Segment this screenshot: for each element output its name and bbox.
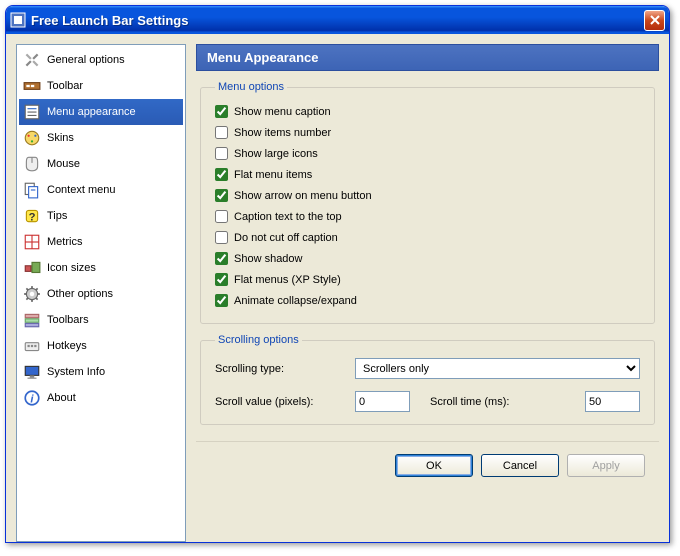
svg-text:?: ? [29,212,36,224]
close-button[interactable] [644,10,665,31]
hotkeys-icon [23,337,41,355]
sidebar-item-other-options[interactable]: Other options [19,281,183,307]
skins-icon [23,129,41,147]
mouse-icon [23,155,41,173]
option-do-not-cut-off-caption[interactable]: Do not cut off caption [215,227,640,248]
scrolling-options-legend: Scrolling options [215,334,302,346]
sidebar-item-hotkeys[interactable]: Hotkeys [19,333,183,359]
sidebar-item-label: Context menu [47,184,115,196]
scrolling-type-label: Scrolling type: [215,363,355,375]
checkbox[interactable] [215,210,228,223]
monitor-icon [23,363,41,381]
tips-icon: ? [23,207,41,225]
window-title: Free Launch Bar Settings [31,13,644,28]
main-panel: Menu Appearance Menu options Show menu c… [196,44,659,542]
scroll-value-label: Scroll value (pixels): [215,396,355,408]
sidebar-item-label: Metrics [47,236,82,248]
option-flat-menu-items[interactable]: Flat menu items [215,164,640,185]
gear-icon [23,285,41,303]
sidebar-item-label: About [47,392,76,404]
menu-icon [23,103,41,121]
metrics-icon [23,233,41,251]
sidebar-item-toolbars[interactable]: Toolbars [19,307,183,333]
sidebar-item-label: Mouse [47,158,80,170]
checkbox[interactable] [215,273,228,286]
checkbox[interactable] [215,147,228,160]
sidebar-item-about[interactable]: i About [19,385,183,411]
context-menu-icon [23,181,41,199]
apply-button[interactable]: Apply [567,454,645,477]
option-animate-collapse-expand[interactable]: Animate collapse/expand [215,290,640,311]
sidebar-item-metrics[interactable]: Metrics [19,229,183,255]
sidebar-item-label: Hotkeys [47,340,87,352]
checkbox[interactable] [215,189,228,202]
tools-icon [23,51,41,69]
option-show-arrow-on-menu-button[interactable]: Show arrow on menu button [215,185,640,206]
sidebar-item-label: System Info [47,366,105,378]
option-caption-text-to-top[interactable]: Caption text to the top [215,206,640,227]
sidebar-item-tips[interactable]: ? Tips [19,203,183,229]
checkbox-label: Show shadow [234,253,303,265]
checkbox[interactable] [215,168,228,181]
scroll-value-input[interactable] [355,391,410,412]
sidebar-item-context-menu[interactable]: Context menu [19,177,183,203]
sidebar-item-label: Icon sizes [47,262,96,274]
panel-title: Menu Appearance [196,44,659,71]
menu-options-legend: Menu options [215,81,287,93]
checkbox-label: Flat menu items [234,169,312,181]
checkbox[interactable] [215,252,228,265]
checkbox[interactable] [215,231,228,244]
scrolling-options-group: Scrolling options Scrolling type: Scroll… [200,334,655,425]
sidebar-item-skins[interactable]: Skins [19,125,183,151]
sidebar-item-icon-sizes[interactable]: Icon sizes [19,255,183,281]
icon-sizes-icon [23,259,41,277]
sidebar-item-mouse[interactable]: Mouse [19,151,183,177]
sidebar-item-label: Menu appearance [47,106,136,118]
checkbox-label: Caption text to the top [234,211,342,223]
option-show-shadow[interactable]: Show shadow [215,248,640,269]
option-show-items-number[interactable]: Show items number [215,122,640,143]
checkbox-label: Show items number [234,127,331,139]
scroll-time-input[interactable] [585,391,640,412]
checkbox-label: Show arrow on menu button [234,190,372,202]
option-flat-menus-xp-style[interactable]: Flat menus (XP Style) [215,269,640,290]
option-show-menu-caption[interactable]: Show menu caption [215,101,640,122]
ok-button[interactable]: OK [395,454,473,477]
checkbox-label: Flat menus (XP Style) [234,274,341,286]
titlebar[interactable]: Free Launch Bar Settings [6,6,669,34]
checkbox-label: Do not cut off caption [234,232,338,244]
sidebar-item-label: Toolbar [47,80,83,92]
option-show-large-icons[interactable]: Show large icons [215,143,640,164]
info-icon: i [23,389,41,407]
checkbox[interactable] [215,294,228,307]
scrolling-type-select[interactable]: Scrollers only [355,358,640,379]
dialog-buttons: OK Cancel Apply [196,441,659,491]
sidebar-item-label: Tips [47,210,67,222]
sidebar-item-general-options[interactable]: General options [19,47,183,73]
checkbox-label: Animate collapse/expand [234,295,357,307]
sidebar-item-system-info[interactable]: System Info [19,359,183,385]
content-area: General options Toolbar Menu appearance … [6,34,669,542]
sidebar-item-label: General options [47,54,125,66]
toolbar-icon [23,77,41,95]
sidebar-item-toolbar[interactable]: Toolbar [19,73,183,99]
checkbox-label: Show menu caption [234,106,331,118]
sidebar-item-menu-appearance[interactable]: Menu appearance [19,99,183,125]
sidebar: General options Toolbar Menu appearance … [16,44,186,542]
app-icon [10,12,26,28]
menu-options-group: Menu options Show menu caption Show item… [200,81,655,324]
toolbars-icon [23,311,41,329]
sidebar-item-label: Toolbars [47,314,89,326]
settings-window: Free Launch Bar Settings General options… [5,5,670,543]
cancel-button[interactable]: Cancel [481,454,559,477]
checkbox[interactable] [215,126,228,139]
checkbox[interactable] [215,105,228,118]
checkbox-label: Show large icons [234,148,318,160]
sidebar-item-label: Skins [47,132,74,144]
scroll-time-label: Scroll time (ms): [420,396,575,408]
sidebar-item-label: Other options [47,288,113,300]
